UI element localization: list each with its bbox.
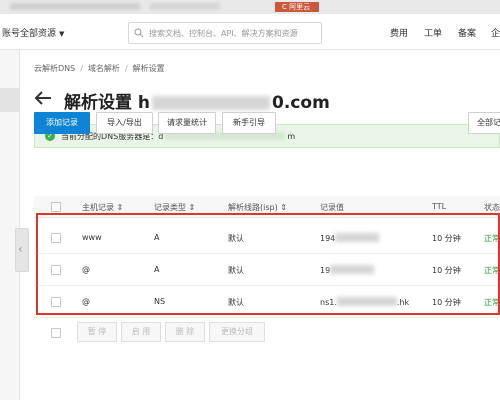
select-all-checkbox[interactable] (51, 202, 61, 212)
col-ttl: TTL (432, 202, 447, 211)
sidebar (0, 50, 20, 400)
add-record-button[interactable]: 添加记录 (34, 112, 90, 134)
page-title: 解析设置 h 0.com (64, 88, 330, 113)
col-type[interactable]: 记录类型 ⇕ (154, 202, 195, 213)
change-group-button[interactable]: 更换分组 (209, 322, 265, 342)
breadcrumb-separator: / (124, 64, 128, 73)
col-status: 状态 (484, 203, 500, 212)
back-arrow-icon[interactable] (34, 90, 52, 106)
bulk-select-checkbox[interactable] (51, 328, 61, 338)
sidebar-collapse-handle[interactable]: ‹ (15, 228, 29, 272)
guide-button[interactable]: 新手引导 (222, 112, 276, 134)
col-line[interactable]: 解析线路(isp) ⇕ (228, 202, 287, 213)
account-resources-dropdown[interactable]: 账号全部资源 ▼ (2, 26, 64, 39)
console-navbar: 账号全部资源 ▼ 搜索文档、控制台、API、解决方案和资源 费用 工单 备案 企 (0, 14, 500, 50)
highlight-box (36, 213, 500, 315)
nav-link-icp[interactable]: 备案 (458, 26, 476, 39)
page-title-prefix: 解析设置 h (64, 93, 151, 113)
breadcrumb-domain[interactable]: 域名解析 (88, 64, 120, 73)
search-placeholder: 搜索文档、控制台、API、解决方案和资源 (149, 29, 298, 38)
sort-icon: ⇕ (188, 203, 196, 212)
breadcrumb: 云解析DNS / 域名解析 / 解析设置 (34, 63, 165, 74)
breadcrumb-separator: / (80, 64, 83, 73)
sort-icon: ⇕ (280, 203, 287, 212)
col-value: 记录值 (320, 203, 344, 212)
account-resources-label: 账号全部资源 (2, 29, 57, 39)
breadcrumb-dns[interactable]: 云解析DNS (34, 64, 75, 73)
redacted-domain (152, 96, 271, 110)
chevron-left-icon: ‹ (18, 242, 23, 256)
request-stats-button[interactable]: 请求量统计 (158, 112, 216, 134)
sidebar-selected-item[interactable] (0, 88, 20, 112)
sort-icon: ⇕ (116, 203, 124, 212)
col-host[interactable]: 主机记录 ⇕ (82, 202, 123, 213)
page-title-suffix: 0.com (272, 93, 330, 113)
search-icon (134, 28, 144, 38)
blurred-tabs-2 (150, 3, 220, 10)
dns-server-suffix: m (287, 132, 296, 141)
search-input[interactable]: 搜索文档、控制台、API、解决方案和资源 (128, 22, 322, 44)
caret-down-icon: ▼ (59, 30, 65, 38)
enable-button[interactable]: 启 用 (121, 322, 161, 342)
breadcrumb-current: 解析设置 (132, 64, 165, 73)
delete-button[interactable]: 删 除 (165, 322, 205, 342)
nav-link-enterprise[interactable]: 企 (491, 26, 500, 39)
blurred-tabs (10, 3, 140, 10)
browser-top-strip: C 阿里云 (0, 0, 500, 14)
pause-button[interactable]: 暂 停 (77, 322, 117, 342)
brand-badge-label: C 阿里云 (282, 3, 311, 11)
import-export-button[interactable]: 导入/导出 (96, 112, 153, 134)
nav-link-billing[interactable]: 费用 (390, 26, 408, 39)
all-records-dropdown[interactable]: 全部记 (468, 112, 500, 134)
nav-link-tickets[interactable]: 工单 (424, 26, 442, 39)
